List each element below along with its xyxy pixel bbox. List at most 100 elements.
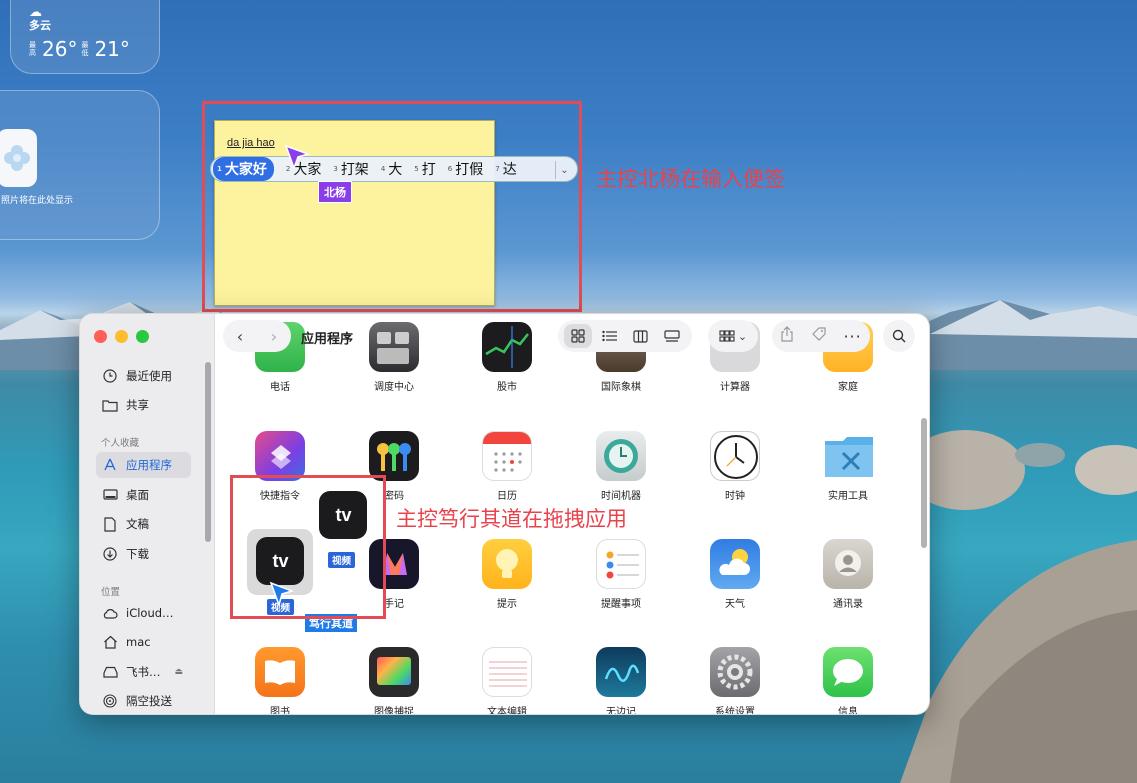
- app-item[interactable]: 图书: [220, 647, 340, 715]
- drive-icon: [102, 664, 118, 680]
- sidebar-item-shared[interactable]: 共享: [96, 392, 191, 418]
- app-item[interactable]: 通讯录: [788, 539, 908, 610]
- contacts-icon: [823, 539, 873, 589]
- zoom-button[interactable]: [136, 330, 149, 343]
- app-item[interactable]: 实用工具: [788, 431, 908, 502]
- tag-icon[interactable]: [811, 326, 827, 346]
- sidebar-scrollbar[interactable]: [205, 362, 211, 542]
- settings-gear-icon: [710, 647, 760, 697]
- app-label: 信息: [838, 707, 858, 715]
- photo-widget[interactable]: 照片将在此处显示: [0, 90, 160, 240]
- reminders-icon: [596, 539, 646, 589]
- document-icon: [102, 516, 118, 532]
- window-title: 应用程序: [301, 332, 354, 347]
- calendar-icon: [482, 431, 532, 481]
- search-icon[interactable]: [883, 320, 915, 352]
- sidebar-item-airdrop[interactable]: 隔空投送: [96, 688, 191, 714]
- app-label: 时间机器: [601, 491, 641, 502]
- clock-app-icon: [710, 431, 760, 481]
- app-item[interactable]: 提示: [447, 539, 567, 610]
- app-item[interactable]: 无边记: [561, 647, 681, 715]
- cloud-icon: [102, 605, 118, 621]
- annotation-label-drag: 主控笃行其道在拖拽应用: [396, 507, 627, 531]
- clock-icon: [102, 368, 118, 384]
- gallery-view-icon[interactable]: [658, 324, 686, 348]
- column-view-icon[interactable]: [627, 324, 655, 348]
- more-icon[interactable]: ···: [843, 327, 861, 346]
- download-icon: [102, 546, 118, 562]
- sidebar-item-label: mac: [126, 635, 151, 649]
- sidebar-item-label: 共享: [126, 398, 149, 412]
- icon-view-icon[interactable]: [563, 324, 592, 348]
- app-item[interactable]: 图像捕捉: [334, 647, 454, 715]
- group-by-button[interactable]: ⌄: [708, 320, 758, 352]
- app-label: 天气: [725, 599, 745, 610]
- app-label: 通讯录: [833, 599, 863, 610]
- app-label: 国际象棋: [601, 382, 641, 393]
- nav-buttons: ‹ ›: [223, 320, 291, 352]
- sidebar-item-label: 下载: [126, 547, 149, 561]
- sidebar-item-label: 应用程序: [126, 458, 172, 472]
- annotation-box-sticky: [202, 101, 582, 312]
- low-label: 最低: [81, 41, 89, 57]
- sidebar-item-applications[interactable]: 应用程序: [96, 452, 191, 478]
- forward-arrow-icon[interactable]: ›: [271, 327, 277, 346]
- sidebar-item-desktop[interactable]: 桌面: [96, 482, 191, 508]
- image-capture-icon: [369, 647, 419, 697]
- app-label: 图像捕捉: [374, 707, 414, 715]
- app-item[interactable]: 系统设置: [675, 647, 795, 715]
- window-controls: [94, 330, 149, 343]
- app-label: 电话: [270, 382, 290, 393]
- app-label: 家庭: [838, 382, 858, 393]
- group-grid-icon: [719, 330, 735, 342]
- app-item[interactable]: 时间机器: [561, 431, 681, 502]
- sidebar-item-label: 最近使用: [126, 369, 172, 383]
- grid-scrollbar[interactable]: [921, 418, 927, 548]
- sidebar-item-documents[interactable]: 文稿: [96, 511, 191, 537]
- weather-condition: 多云: [29, 19, 51, 32]
- shared-folder-icon: [102, 397, 118, 413]
- list-view-icon[interactable]: [595, 324, 623, 348]
- back-arrow-icon[interactable]: ‹: [237, 327, 243, 346]
- finder-toolbar: ‹ › 应用程序 ⌄ ···: [215, 314, 929, 358]
- app-item[interactable]: 时钟: [675, 431, 795, 502]
- sidebar-item-recent[interactable]: 最近使用: [96, 363, 191, 389]
- sidebar-item-mac[interactable]: mac: [96, 629, 191, 655]
- annotation-box-drag: [230, 475, 386, 619]
- home-icon: [102, 634, 118, 650]
- messages-icon: [823, 647, 873, 697]
- photos-flower-icon: [0, 129, 37, 187]
- share-icon[interactable]: [780, 326, 794, 346]
- app-item[interactable]: 文本编辑: [447, 647, 567, 714]
- chevron-down-icon: ⌄: [737, 329, 748, 343]
- freeform-icon: [596, 647, 646, 697]
- app-item[interactable]: 日历: [447, 431, 567, 502]
- app-item[interactable]: 提醒事项: [561, 539, 681, 610]
- sidebar-item-feishu[interactable]: 飞书… ⏏: [96, 659, 191, 685]
- sidebar-item-label: 文稿: [126, 517, 149, 531]
- app-label: 系统设置: [715, 707, 755, 715]
- app-label: 无边记: [606, 707, 636, 715]
- weather-temps: 最高 26° 最低 21°: [29, 37, 130, 61]
- airdrop-icon: [102, 693, 118, 709]
- action-buttons: ···: [772, 320, 870, 352]
- sidebar-item-downloads[interactable]: 下载: [96, 541, 191, 567]
- weather-widget[interactable]: ☁ 多云 最高 26° 最低 21°: [10, 0, 160, 74]
- high-temp: 26°: [42, 37, 78, 61]
- app-item[interactable]: 天气: [675, 539, 795, 610]
- app-label: 日历: [497, 491, 517, 502]
- app-item[interactable]: 信息: [788, 647, 908, 715]
- app-label: 时钟: [725, 491, 745, 502]
- textedit-icon: [482, 647, 532, 697]
- app-label: 图书: [270, 707, 290, 715]
- sidebar-item-icloud[interactable]: iCloud…: [96, 600, 191, 626]
- app-label: 股市: [497, 382, 517, 393]
- sidebar-section-favorites: 个人收藏: [101, 438, 140, 449]
- view-switcher: [558, 320, 692, 352]
- sidebar-item-label: 飞书…: [126, 665, 161, 679]
- minimize-button[interactable]: [115, 330, 128, 343]
- app-label: 提示: [497, 599, 517, 610]
- eject-icon[interactable]: ⏏: [175, 667, 184, 677]
- sidebar-item-label: 隔空投送: [126, 694, 172, 708]
- close-button[interactable]: [94, 330, 107, 343]
